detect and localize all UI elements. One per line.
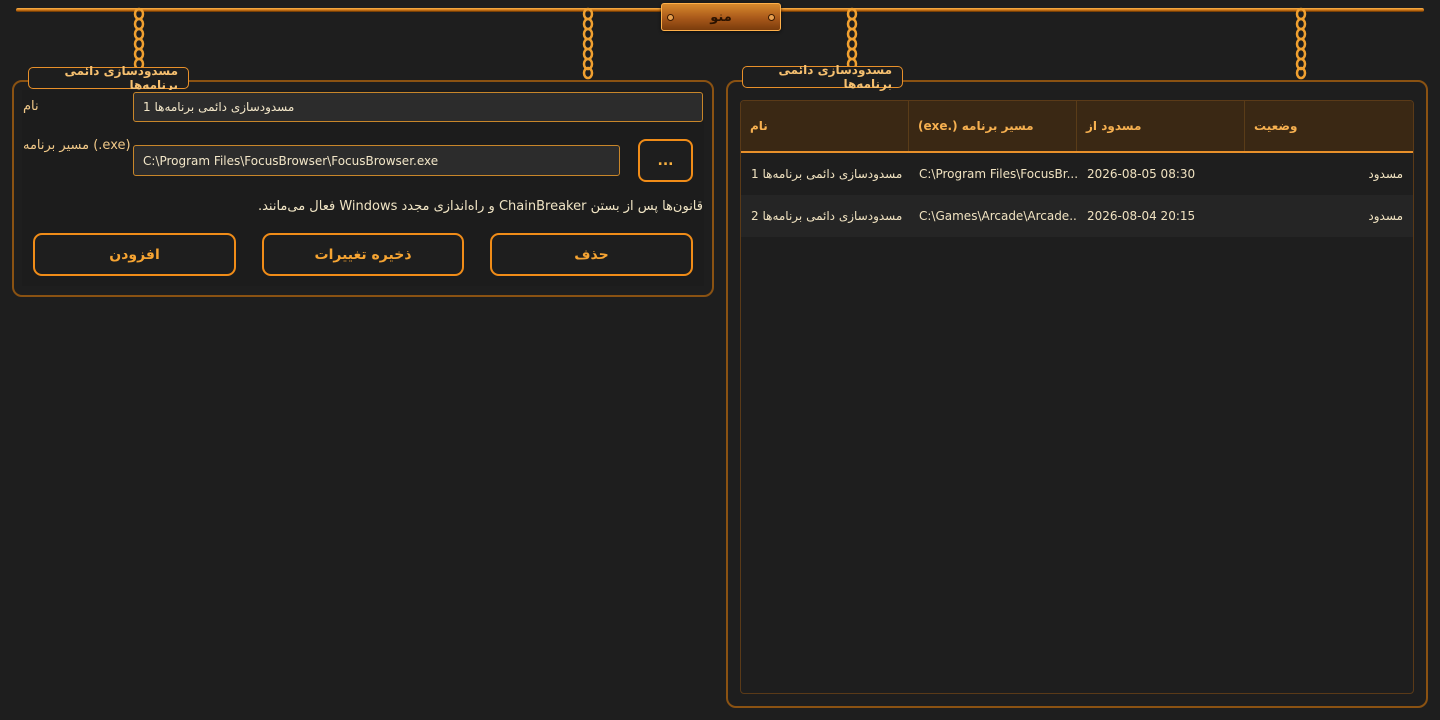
add-button[interactable]: افزودن (33, 233, 236, 276)
column-header-status[interactable]: وضعیت (1245, 101, 1413, 151)
rules-list-panel-title: مسدودسازی دائمی برنامه‌ها (742, 63, 903, 91)
table-header: نام مسیر برنامه (.exe) مسدود از وضعیت (741, 101, 1413, 153)
cell-path: C:\Program Files\FocusBr... (919, 167, 1077, 181)
table-row[interactable]: مسدودسازی دائمی برنامه‌ها 2 C:\Games\Arc… (741, 195, 1413, 237)
path-input[interactable]: C:\Program Files\FocusBrowser\FocusBrows… (133, 145, 620, 176)
menu-button[interactable]: منو (661, 3, 781, 31)
rivet-icon (667, 14, 674, 21)
chain-icon (580, 6, 596, 80)
menu-label: منو (710, 9, 732, 25)
column-header-name[interactable]: نام (741, 101, 909, 151)
name-input[interactable]: مسدودسازی دائمی برنامه‌ها 1 (133, 92, 703, 122)
table-row[interactable]: مسدودسازی دائمی برنامه‌ها 1 C:\Program F… (741, 153, 1413, 195)
cell-status: مسدود (1368, 209, 1403, 223)
rivet-icon (768, 14, 775, 21)
rules-table: نام مسیر برنامه (.exe) مسدود از وضعیت مس… (740, 100, 1414, 694)
cell-blocked-since: 2026-08-05 08:30 (1087, 167, 1196, 181)
cell-path: C:\Games\Arcade\Arcade.... (919, 209, 1077, 223)
path-label: مسیر برنامه (.exe) (23, 138, 131, 153)
chain-icon (1293, 6, 1309, 80)
column-header-path[interactable]: مسیر برنامه (.exe) (909, 101, 1077, 151)
delete-button[interactable]: حذف (490, 233, 693, 276)
save-changes-button[interactable]: ذخیره تغییرات (262, 233, 464, 276)
cell-blocked-since: 2026-08-04 20:15 (1087, 209, 1196, 223)
rule-form-panel-title: مسدودسازی دائمی برنامه‌ها (28, 64, 189, 92)
cell-name: مسدودسازی دائمی برنامه‌ها 1 (751, 167, 903, 181)
browse-button[interactable]: ... (638, 139, 693, 182)
name-label: نام (23, 99, 39, 114)
cell-name: مسدودسازی دائمی برنامه‌ها 2 (751, 209, 903, 223)
column-header-blocked-since[interactable]: مسدود از (1077, 101, 1245, 151)
persistence-note: قانون‌ها پس از بستن ChainBreaker و راه‌ا… (257, 199, 703, 214)
cell-status: مسدود (1368, 167, 1403, 181)
